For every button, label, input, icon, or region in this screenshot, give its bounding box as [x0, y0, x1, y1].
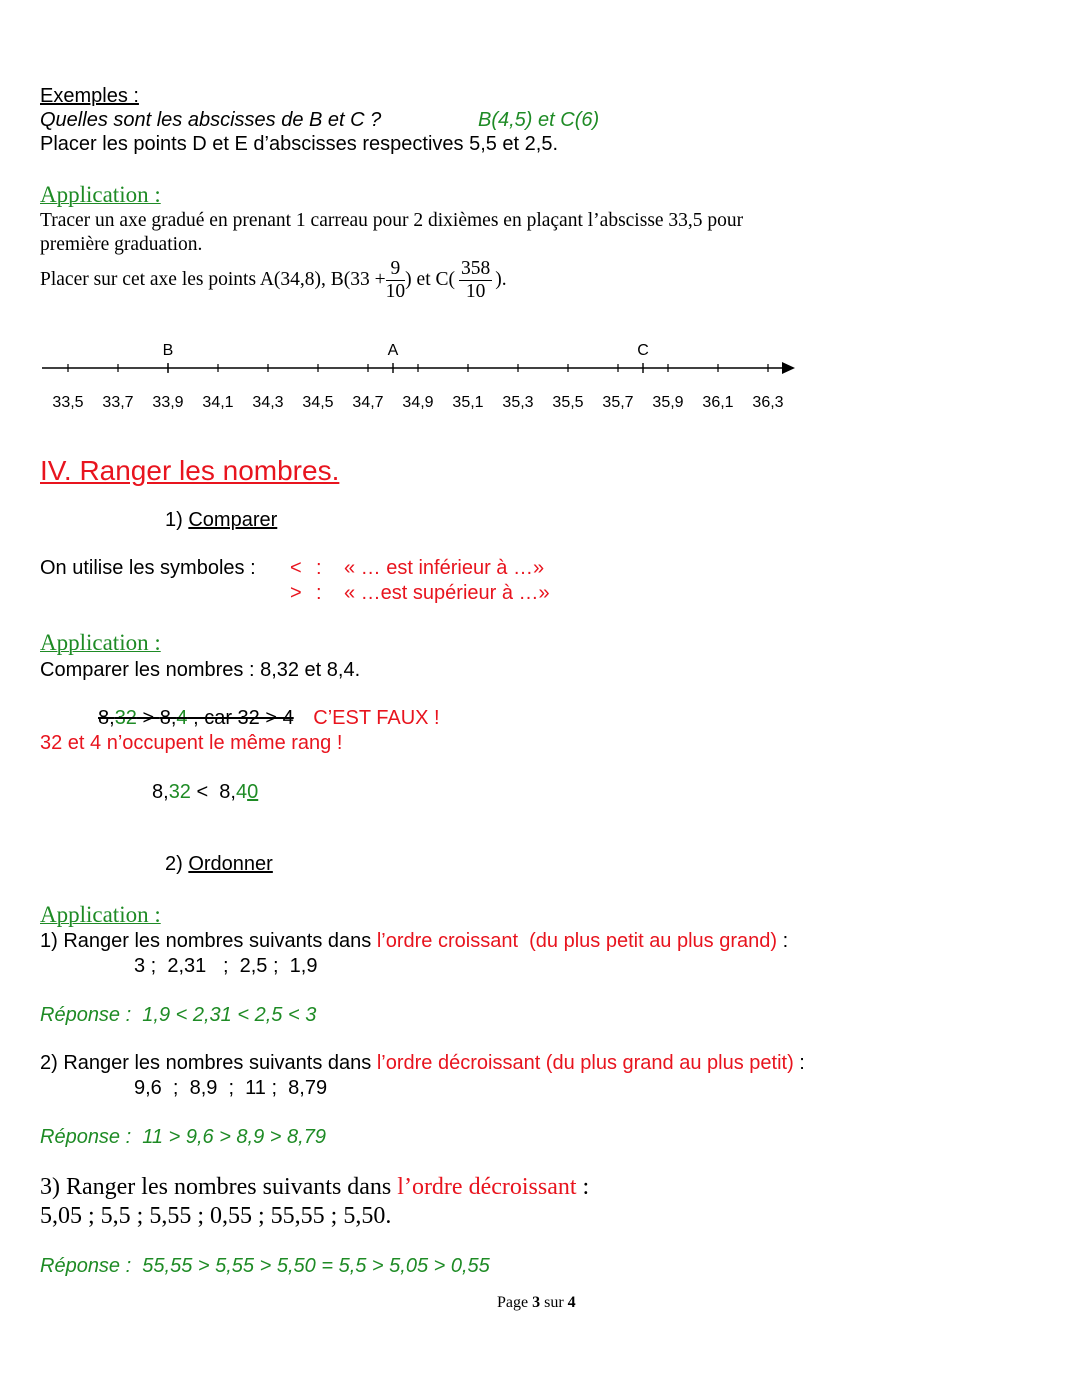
page-total: 4: [567, 1294, 576, 1311]
application-heading-2: Application :: [40, 630, 161, 655]
axis-tick-label: 35,1: [452, 394, 483, 411]
correct-comparison: 8,32 < 8,40: [152, 781, 258, 804]
subsection-number: 2): [165, 853, 189, 875]
section-title: IV. Ranger les nombres.: [40, 455, 340, 486]
compare-prompt: Comparer les nombres : 8,32 et 8,4.: [40, 659, 361, 681]
axis-ticks: 33,5 33,7 33,9 34,1 34,3 34,5 34,7 34,9 35,1 35,3…: [52, 364, 784, 411]
number-line: 33,5 33,7 33,9 34,1 34,3 34,5 34,7 34,9 35,1 35,3…: [42, 342, 795, 411]
symbols-intro: On utilise les symboles :: [40, 557, 256, 579]
question-3: 3) Ranger les nombres suivants dans l’or…: [40, 1174, 589, 1201]
symbol-separator: :: [316, 582, 322, 604]
subsection-title: Comparer: [188, 509, 278, 531]
examples-answer: B(4,5) et C(6): [478, 109, 600, 131]
number-part: 8,: [159, 707, 177, 729]
question-2: 2) Ranger les nombres suivants dans l’or…: [40, 1052, 805, 1075]
symbol-description: « …est supérieur à …»: [344, 582, 550, 604]
axis-tick-label: 34,1: [202, 394, 233, 411]
axis-tick-label: 34,9: [402, 394, 433, 411]
axis-tick-label: 33,7: [102, 394, 133, 411]
answer-3: Réponse : 55,55 > 5,55 > 5,50 = 5,5 > 5,…: [40, 1255, 490, 1277]
question-3-numbers: 5,05 ; 5,5 ; 5,55 ; 0,55 ; 55,55 ; 5,50.: [40, 1203, 392, 1229]
struck-statement: 8,32 > 8,4 , car 32 > 4: [98, 707, 294, 729]
question-2-numbers: 9,6 ; 8,9 ; 11 ; 8,79: [134, 1077, 328, 1099]
examples-instruction: Placer les points D et E d’abscisses res…: [40, 133, 559, 155]
axis-tick-label: 35,5: [552, 394, 583, 411]
examples-heading: Exemples :: [40, 85, 139, 107]
axis-arrowhead-icon: [782, 362, 795, 374]
question-emphasis: l’ordre décroissant (du plus grand au pl…: [376, 1052, 794, 1074]
point-label-c: C: [637, 342, 649, 359]
axis-tick-label: 35,7: [602, 394, 633, 411]
fraction-nine-tenths: 9 10: [385, 259, 406, 302]
axis-tick-label: 35,9: [652, 394, 683, 411]
subsection-number: 1): [165, 509, 189, 531]
symbol-less-than: <: « … est inférieur à …»: [290, 557, 544, 580]
operator: <: [190, 781, 220, 803]
question-text: 2) Ranger les nombres suivants dans: [40, 1052, 377, 1074]
line3-mid: ) et C(: [405, 269, 455, 290]
decimal-part: 32: [114, 707, 137, 729]
symbol: >: [290, 582, 302, 604]
axis-tick-label: 34,5: [302, 394, 333, 411]
axis-tick-label: 34,3: [252, 394, 283, 411]
symbol-greater-than: >: « …est supérieur à …»: [290, 582, 550, 605]
axis-tick-label: 36,3: [752, 394, 783, 411]
number-part: 8,: [219, 781, 236, 803]
decimal-part: 4: [176, 707, 188, 729]
subsection-ordonner: 2) Ordonner: [165, 853, 273, 876]
application-heading-1: Application :: [40, 182, 161, 207]
page-number: 3: [532, 1294, 541, 1311]
application1-line3: Placer sur cet axe les points A(34,8), B…: [40, 259, 507, 301]
added-zero: 0: [247, 781, 259, 803]
line3-suffix: ).: [495, 269, 507, 290]
axis-tick-label: 35,3: [502, 394, 533, 411]
application-heading-3: Application :: [40, 902, 161, 927]
decimal-part: 32: [168, 781, 191, 803]
wrong-comparison: 8,32 > 8,4 , car 32 > 4 C’EST FAUX !: [98, 707, 440, 730]
question-text: 3) Ranger les nombres suivants dans: [40, 1174, 398, 1200]
axis-tick-label: 33,5: [52, 394, 83, 411]
page-word: Page: [497, 1294, 533, 1311]
point-label-a: A: [388, 342, 399, 359]
number-part: 8,: [98, 707, 115, 729]
symbol-description: « … est inférieur à …»: [344, 557, 545, 579]
question-1-numbers: 3 ; 2,31 ; 2,5 ; 1,9: [134, 955, 318, 977]
fraction-358-tenths: 358 10: [459, 258, 493, 302]
answer-2: Réponse : 11 > 9,6 > 8,9 > 8,79: [40, 1126, 326, 1148]
explanation: 32 et 4 n’occupent le même rang !: [40, 732, 343, 754]
line3-prefix: Placer sur cet axe les points A(34,8), B…: [40, 269, 386, 290]
axis-tick-label: 34,7: [352, 394, 383, 411]
fraction-denominator: 10: [465, 280, 486, 302]
page-sur: sur: [540, 1294, 568, 1311]
application1-line2: première graduation.: [40, 234, 203, 255]
fraction-numerator: 9: [385, 259, 406, 281]
question-emphasis: l’ordre décroissant: [397, 1174, 577, 1200]
symbol: <: [290, 557, 302, 579]
question-emphasis: l’ordre croissant (du plus petit au plus…: [376, 930, 778, 952]
operator: >: [136, 707, 160, 729]
page-footer: Page 3 sur 4: [497, 1294, 576, 1312]
application1-line1: Tracer un axe gradué en prenant 1 carrea…: [40, 210, 744, 231]
axis-tick-label: 36,1: [702, 394, 733, 411]
question-suffix: :: [793, 1052, 805, 1074]
question-suffix: :: [777, 930, 789, 952]
number-part: 8,: [152, 781, 169, 803]
fraction-numerator: 358: [459, 258, 493, 281]
question-text: 1) Ranger les nombres suivants dans: [40, 930, 377, 952]
subsection-comparer: 1) Comparer: [165, 509, 277, 532]
question-suffix: :: [576, 1174, 590, 1200]
symbol-separator: :: [316, 557, 322, 579]
decimal-part: 4: [235, 781, 248, 803]
wrong-label: C’EST FAUX !: [313, 707, 440, 729]
answer-1: Réponse : 1,9 < 2,31 < 2,5 < 3: [40, 1004, 317, 1026]
fraction-denominator: 10: [385, 280, 406, 302]
axis-tick-label: 33,9: [152, 394, 183, 411]
reason: , car 32 > 4: [187, 707, 294, 729]
examples-question: Quelles sont les abscisses de B et C ?: [40, 109, 382, 131]
question-1: 1) Ranger les nombres suivants dans l’or…: [40, 930, 788, 953]
subsection-title: Ordonner: [188, 853, 273, 875]
point-label-b: B: [163, 342, 174, 359]
